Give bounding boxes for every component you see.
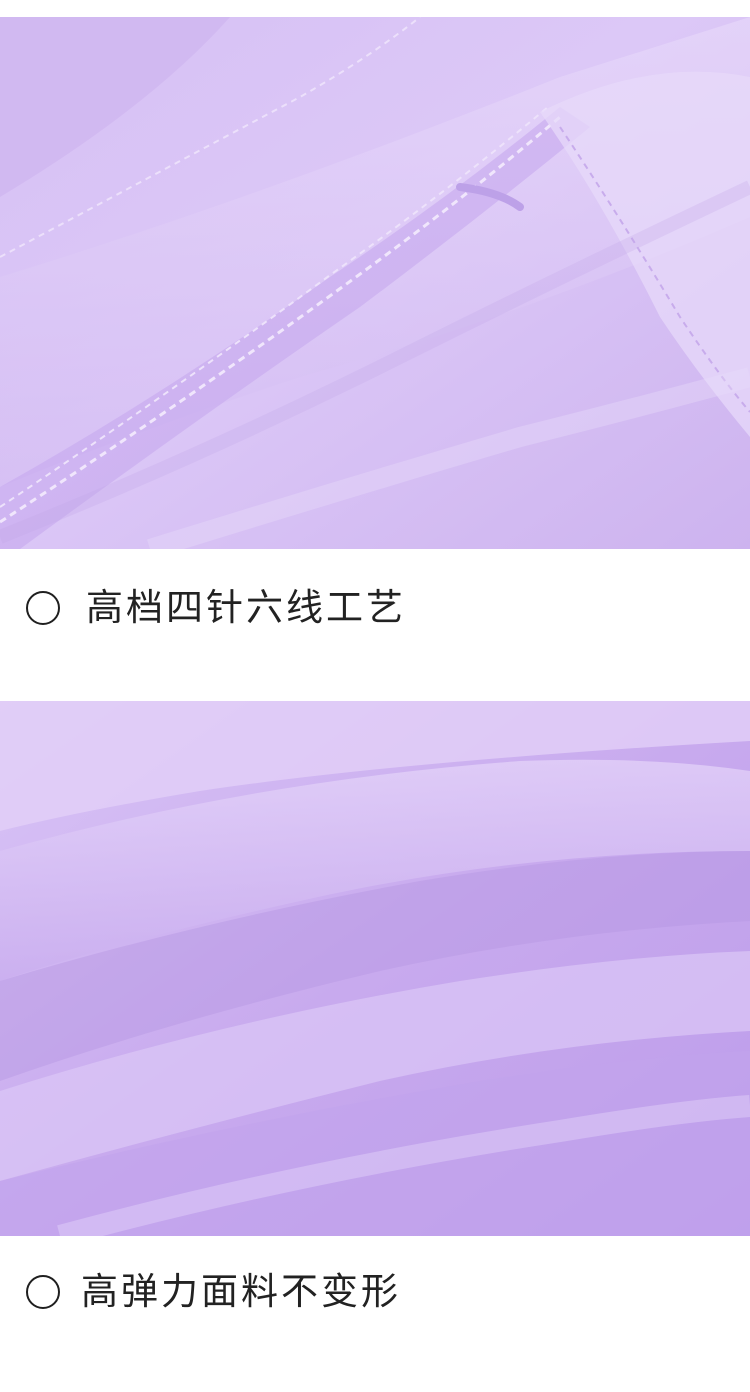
circle-outline-icon [26,591,60,625]
caption-text: 高档四针六线工艺 [86,586,406,629]
circle-outline-icon [26,1275,60,1309]
fabric-stretch-photo [0,701,750,1236]
caption-text: 高弹力面料不变形 [81,1270,401,1313]
feature-caption-stitching: 高档四针六线工艺 [26,585,406,631]
feature-caption-stretch: 高弹力面料不变形 [26,1269,401,1315]
stitching-detail-photo [0,17,750,549]
